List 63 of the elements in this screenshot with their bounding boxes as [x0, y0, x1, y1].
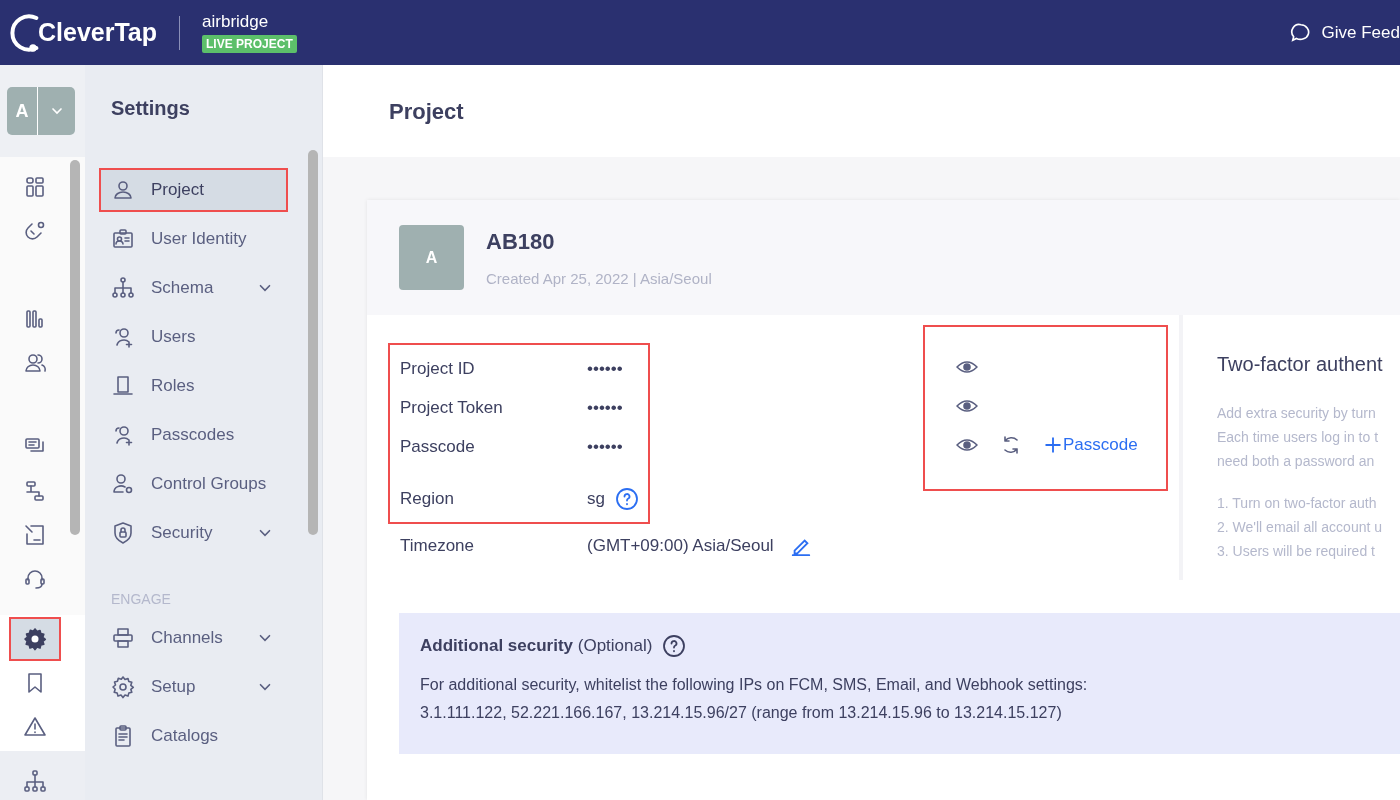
- scrollbar[interactable]: [308, 150, 318, 535]
- add-passcode-link[interactable]: Passcode: [1043, 431, 1138, 458]
- person-icon: [111, 178, 135, 202]
- sidebar-item[interactable]: Control Groups: [99, 462, 288, 506]
- field-value: ••••••: [587, 435, 623, 458]
- description-line: need both a password an: [1217, 452, 1376, 471]
- document-edit-icon: [23, 523, 47, 547]
- hierarchy-icon: [111, 276, 135, 300]
- printer-icon: [111, 626, 135, 650]
- logo[interactable]: CleverTap: [8, 12, 158, 53]
- settings-icon: [23, 627, 47, 651]
- help-icon[interactable]: [614, 486, 639, 511]
- project-name: AB180: [486, 227, 556, 256]
- section-title: Two-factor authent: [1217, 352, 1384, 377]
- warning-icon: [23, 715, 47, 739]
- sidebar-item[interactable]: Catalogs: [99, 714, 288, 758]
- field-label: Timezone: [400, 534, 475, 557]
- sidebar-item[interactable]: Schema: [99, 266, 288, 310]
- page-title: Project: [323, 65, 1400, 157]
- people-icon: [23, 351, 47, 375]
- brand-name: CleverTap: [38, 16, 158, 48]
- hierarchy-icon: [23, 769, 47, 793]
- sidebar-item[interactable]: Channels: [99, 616, 288, 660]
- field-value: (GMT+09:00) Asia/Seoul: [587, 534, 774, 557]
- info-text: 3.1.111.122, 52.221.166.167, 13.214.15.96/27 (range from 13.214.15.96 to 13.214.15.127): [420, 702, 1063, 723]
- gear-icon: [111, 675, 135, 699]
- step-text: 1. Turn on two-factor auth: [1217, 494, 1378, 513]
- status-badge: LIVE PROJECT: [202, 35, 297, 53]
- layout-icon: [23, 175, 47, 199]
- sidebar-item[interactable]: Security: [99, 511, 288, 555]
- sidebar-item[interactable]: Users: [99, 315, 288, 359]
- field-value: ••••••: [587, 357, 623, 380]
- flow-icon: [23, 479, 47, 503]
- field-value: ••••••: [587, 396, 623, 419]
- field-label: Passcode: [400, 435, 476, 458]
- feedback-button[interactable]: Give Feed: [1289, 19, 1400, 46]
- sidebar-item[interactable]: Roles: [99, 364, 288, 408]
- sidebar-item[interactable]: Project: [99, 168, 288, 212]
- description-line: Each time users log in to t: [1217, 428, 1380, 447]
- sidebar-title: Settings: [110, 95, 191, 121]
- project-name[interactable]: airbridge: [202, 12, 269, 32]
- chat-bubble-icon: [1289, 21, 1312, 44]
- scrollbar[interactable]: [70, 160, 80, 535]
- description-line: Add extra security by turn: [1217, 404, 1377, 423]
- step-text: 2. We'll email all account u: [1217, 518, 1384, 537]
- sidebar-item[interactable]: Passcodes: [99, 413, 288, 457]
- headset-icon: [23, 567, 47, 591]
- field-value: sg: [587, 487, 605, 510]
- panel-title: Additional security (Optional): [420, 635, 653, 657]
- shield-lock-icon: [111, 521, 135, 545]
- field-label: Project Token: [400, 396, 504, 419]
- sidebar-item[interactable]: Setup: [99, 665, 288, 709]
- project-avatar: A: [399, 225, 464, 290]
- info-text: For additional security, whitelist the following IPs on FCM, SMS, Email, and Webhook settings:: [420, 674, 1089, 695]
- field-label: Region: [400, 487, 455, 510]
- id-card-icon: [111, 227, 135, 251]
- person-gear-icon: [111, 472, 135, 496]
- rail-item[interactable]: [9, 617, 61, 661]
- step-text: 3. Users will be required t: [1217, 542, 1376, 561]
- help-icon: [662, 633, 687, 658]
- field-label: Project ID: [400, 357, 476, 380]
- project-subtitle: Created Apr 25, 2022 | Asia/Seoul: [486, 268, 712, 289]
- sidebar-item[interactable]: User Identity: [99, 217, 288, 261]
